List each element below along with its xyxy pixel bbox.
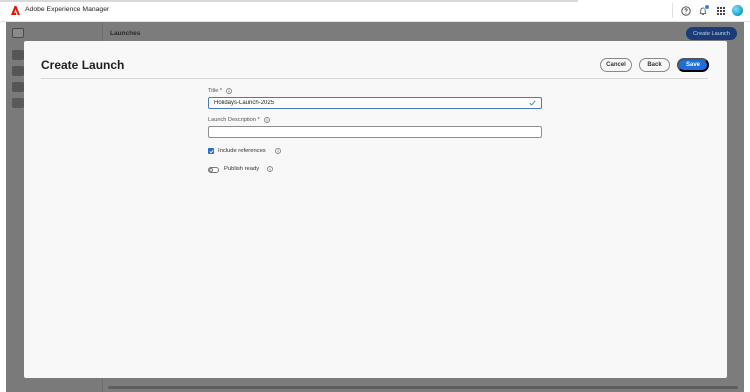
adobe-logo-icon[interactable] (11, 6, 20, 15)
title-field-label: Title * (208, 88, 232, 94)
launch-description-input[interactable] (208, 126, 542, 138)
global-header: Adobe Experience Manager (0, 0, 750, 22)
description-label-text: Launch Description * (208, 117, 260, 123)
loading-progress-bar (0, 0, 578, 2)
menu-toggle-icon (12, 28, 24, 38)
background-page-title: Launches (110, 30, 141, 37)
description-field-label: Launch Description * (208, 117, 270, 123)
publish-ready-toggle[interactable] (208, 167, 219, 173)
app-title[interactable]: Adobe Experience Manager (25, 6, 109, 13)
cancel-button[interactable]: Cancel (600, 58, 632, 72)
rail-nav-icon (12, 50, 24, 60)
publish-ready-label[interactable]: Publish ready (224, 166, 259, 172)
info-icon[interactable] (267, 166, 273, 172)
publish-ready-option: Publish ready (224, 166, 273, 172)
title-input[interactable] (208, 97, 542, 109)
apps-grid-icon[interactable] (715, 5, 726, 16)
info-icon[interactable] (263, 117, 270, 123)
header-divider (672, 3, 673, 18)
info-icon[interactable] (274, 148, 281, 154)
rail-nav-icon (12, 66, 24, 76)
background-horizontal-scrollbar (108, 386, 738, 389)
save-button[interactable]: Save (677, 58, 709, 72)
notification-badge (704, 4, 710, 10)
valid-checkmark-icon (529, 100, 536, 106)
background-create-launch-button: Create Launch (686, 27, 737, 40)
create-launch-dialog: Create Launch Cancel Back Save Title * L… (24, 41, 727, 378)
dialog-divider (41, 78, 708, 79)
include-references-option: Include references (218, 148, 281, 154)
rail-nav-icon (12, 82, 24, 92)
include-references-checkbox[interactable] (208, 148, 214, 154)
title-label-text: Title * (208, 88, 223, 94)
include-references-label[interactable]: Include references (218, 148, 266, 154)
toggle-knob (209, 168, 213, 172)
dialog-title: Create Launch (41, 58, 125, 72)
launches-rocket-icon (12, 98, 24, 108)
help-icon[interactable] (680, 5, 691, 16)
user-avatar[interactable] (732, 5, 743, 16)
back-button[interactable]: Back (639, 58, 670, 72)
info-icon[interactable] (226, 88, 232, 94)
